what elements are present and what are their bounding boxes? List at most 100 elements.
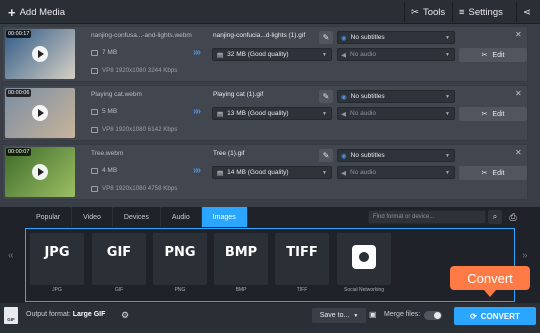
source-file-name: nanjing-confusa...-and-lights.webm (91, 32, 192, 39)
format-grid: JPG JPG GIF GIF PNG PNG BMP BMP TIFF TIFF Social N… (25, 228, 515, 302)
chevron-down-icon: ▼ (322, 52, 327, 58)
quality-value: 32 MB (Good quality) (227, 51, 289, 58)
audio-value: No audio (350, 169, 377, 176)
edit-label: Edit (492, 110, 505, 118)
file-icon (91, 108, 98, 115)
close-icon[interactable]: ✕ (515, 30, 522, 39)
output-file-name: Playing cat (1).gif (213, 91, 264, 98)
source-file-meta: VP8 1920x1080 3244 Kbps (91, 67, 177, 74)
detect-device-icon[interactable]: ⎙ (506, 210, 520, 224)
rename-pencil-icon[interactable]: ✎ (319, 31, 333, 44)
merge-files-label: Merge files: (384, 311, 421, 318)
video-thumbnail[interactable]: 00:00:17 (5, 29, 75, 79)
file-row[interactable]: 00:00:07 Tree.webm 4 MB VP8 1920x1080 47… (2, 144, 528, 200)
source-file-name: Playing cat.webm (91, 91, 142, 98)
close-icon[interactable]: ✕ (515, 148, 522, 157)
video-thumbnail[interactable]: 00:00:06 (5, 88, 75, 138)
chevron-down-icon: ▼ (445, 94, 450, 100)
format-logo: TIFF (286, 245, 318, 260)
format-caption: GIF (114, 287, 124, 293)
add-media-label: Add Media (19, 6, 66, 18)
subtitles-dropdown[interactable]: ◉ No subtitles ▼ (337, 31, 455, 44)
convert-button[interactable]: ⟳ CONVERT (454, 307, 536, 325)
edit-button[interactable]: ✂ Edit (459, 166, 527, 180)
format-logo: GIF (106, 245, 132, 260)
file-icon: ▤ (217, 51, 224, 59)
rename-pencil-icon[interactable]: ✎ (319, 149, 333, 162)
quality-dropdown[interactable]: ▤ 32 MB (Good quality) ▼ (212, 48, 332, 61)
source-meta-value: VP8 1920x1080 3244 Kbps (102, 67, 178, 74)
save-to-label: Save to... (319, 312, 350, 319)
file-row[interactable]: 00:00:06 Playing cat.webm 5 MB VP8 1920x… (2, 85, 528, 141)
audio-dropdown[interactable]: ◀ No audio ▼ (337, 107, 455, 120)
file-row[interactable]: 00:00:17 nanjing-confusa...-and-lights.w… (2, 26, 528, 82)
source-file-size: 5 MB (91, 108, 117, 115)
edit-button[interactable]: ✂ Edit (459, 107, 527, 121)
quality-dropdown[interactable]: ▤ 14 MB (Good quality) ▼ (212, 166, 332, 179)
video-thumbnail[interactable]: 00:00:07 (5, 147, 75, 197)
scissors-icon: ✂ (481, 52, 488, 59)
merge-files-toggle[interactable] (424, 311, 442, 320)
format-tile[interactable]: BMP (214, 233, 268, 285)
edit-button[interactable]: ✂ Edit (459, 48, 527, 62)
format-tile[interactable]: TIFF (275, 233, 329, 285)
play-icon[interactable] (32, 105, 48, 121)
audio-dropdown[interactable]: ◀ No audio ▼ (337, 166, 455, 179)
folder-icon[interactable]: ▣ (369, 310, 377, 319)
format-tile[interactable]: JPG (30, 233, 84, 285)
quality-value: 14 MB (Good quality) (227, 169, 289, 176)
tab-devices[interactable]: Devices (113, 207, 161, 227)
play-icon[interactable] (32, 164, 48, 180)
search-icon[interactable]: ⌕ (488, 210, 502, 224)
close-icon[interactable]: ✕ (515, 89, 522, 98)
audio-value: No audio (350, 110, 377, 117)
social-network-icon (352, 245, 376, 269)
duration-badge: 00:00:07 (6, 148, 32, 156)
edit-label: Edit (492, 169, 505, 177)
play-icon[interactable] (32, 46, 48, 62)
audio-icon: ◀ (341, 51, 346, 59)
convert-callout: Convert (450, 266, 530, 297)
source-meta-value: VP8 1920x1080 6142 Kbps (102, 126, 178, 133)
save-to-dropdown[interactable]: Save to... ▼ (312, 308, 366, 323)
tab-popular[interactable]: Popular (25, 207, 73, 227)
format-caption: TIFF (296, 287, 308, 293)
format-tile[interactable]: PNG (153, 233, 207, 285)
file-icon: ▤ (217, 169, 224, 177)
bottom-bar: GIF Output format: Large GIF ⚙ Save to..… (0, 303, 540, 328)
chevron-down-icon: ▼ (445, 52, 450, 58)
file-icon: ▤ (217, 110, 224, 118)
format-caption: Social Networking (343, 287, 385, 293)
tab-video[interactable]: Video (72, 207, 113, 227)
audio-dropdown[interactable]: ◀ No audio ▼ (337, 48, 455, 61)
output-format-value: Large GIF (72, 311, 106, 318)
file-icon (91, 167, 98, 174)
tab-images[interactable]: Images (201, 207, 248, 227)
gear-icon[interactable]: ⚙ (121, 310, 129, 321)
settings-button[interactable]: ≡ Settings (452, 2, 509, 22)
output-file-name: Tree (1).gif (213, 150, 245, 157)
subtitles-dropdown[interactable]: ◉ No subtitles ▼ (337, 90, 455, 103)
quality-dropdown[interactable]: ▤ 13 MB (Good quality) ▼ (212, 107, 332, 120)
duration-badge: 00:00:17 (6, 30, 32, 38)
rename-pencil-icon[interactable]: ✎ (319, 90, 333, 103)
file-list: 00:00:17 nanjing-confusa...-and-lights.w… (0, 24, 540, 231)
format-caption: BMP (235, 287, 247, 293)
source-file-meta: VP8 1920x1080 4758 Kbps (91, 185, 177, 192)
tab-audio[interactable]: Audio (161, 207, 202, 227)
scroll-right-icon[interactable]: » (522, 250, 528, 261)
scroll-left-icon[interactable]: « (8, 250, 14, 261)
source-size-value: 7 MB (102, 49, 118, 56)
source-file-size: 7 MB (91, 49, 117, 56)
format-tile[interactable] (337, 233, 391, 285)
format-search-input[interactable]: Find format or device... (368, 210, 486, 224)
tools-icon: ✂ (411, 6, 419, 18)
share-button[interactable]: ⋖ (516, 2, 537, 22)
format-tile[interactable]: GIF (92, 233, 146, 285)
output-format-label: Output format: (26, 311, 71, 318)
subtitles-dropdown[interactable]: ◉ No subtitles ▼ (337, 149, 455, 162)
output-format: Output format: Large GIF (26, 311, 105, 318)
add-media-button[interactable]: + Add Media (2, 2, 71, 22)
duration-badge: 00:00:06 (6, 89, 32, 97)
tools-button[interactable]: ✂ Tools (404, 2, 451, 22)
